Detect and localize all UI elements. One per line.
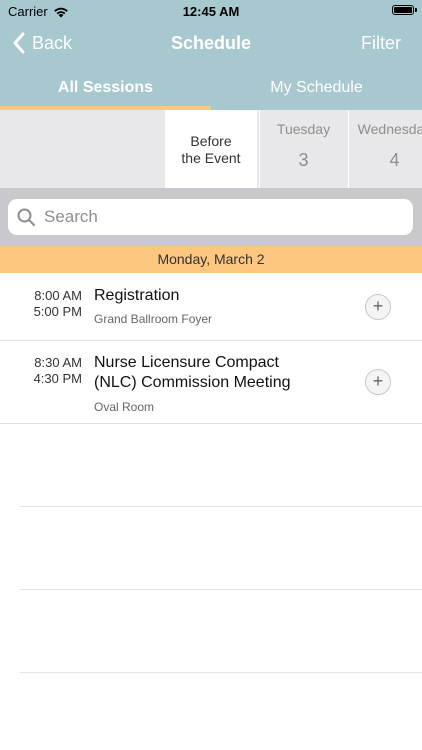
session-title-line1: Registration xyxy=(94,287,180,304)
session-title-line1: Nurse Licensure Compact xyxy=(94,354,279,371)
date-weekday: Wednesday xyxy=(357,121,422,137)
schedule-screen: Carrier 12:45 AM Back Schedule Filter Al… xyxy=(0,0,422,750)
before-event-line1: Before xyxy=(190,133,232,149)
session-title: Registration xyxy=(94,286,344,306)
date-number: 3 xyxy=(298,150,309,170)
tab-my-schedule[interactable]: My Schedule xyxy=(211,72,422,110)
day-section-header: Monday, March 2 xyxy=(0,246,422,273)
session-title-line2: (NLC) Commission Meeting xyxy=(94,374,291,391)
session-times: 8:00 AM 5:00 PM xyxy=(34,288,82,320)
date-before-event[interactable]: Before the Event xyxy=(165,110,257,188)
date-wednesday[interactable]: Wednesday 4 xyxy=(348,110,422,188)
battery-level xyxy=(394,7,412,13)
session-times: 8:30 AM 4:30 PM xyxy=(34,355,82,387)
empty-row-separator xyxy=(20,506,422,507)
status-time: 12:45 AM xyxy=(182,4,240,19)
tab-all-sessions[interactable]: All Sessions xyxy=(0,72,211,110)
date-tuesday[interactable]: Tuesday 3 xyxy=(259,110,347,188)
date-number: 4 xyxy=(389,150,400,170)
session-start-time: 8:00 AM xyxy=(34,288,82,303)
session-start-time: 8:30 AM xyxy=(34,355,82,370)
search-bar xyxy=(0,188,422,246)
header: Carrier 12:45 AM Back Schedule Filter Al… xyxy=(0,0,422,110)
session-list: 8:00 AM 5:00 PM Registration Grand Ballr… xyxy=(0,273,422,424)
search-box[interactable] xyxy=(8,199,413,235)
session-title: Nurse Licensure Compact (NLC) Commission… xyxy=(94,353,344,393)
filter-button[interactable]: Filter xyxy=(361,33,401,54)
date-before-event-label: Before the Event xyxy=(165,110,257,167)
search-icon xyxy=(17,208,35,226)
page-title: Schedule xyxy=(170,33,252,53)
before-event-line2: the Event xyxy=(181,150,241,166)
date-selector: Before the Event Tuesday 3 Wednesday 4 xyxy=(0,110,422,188)
battery-tip xyxy=(415,8,417,12)
session-end-time: 4:30 PM xyxy=(33,371,82,386)
nav-bar: Back Schedule Filter xyxy=(0,24,422,64)
session-location: Grand Ballroom Foyer xyxy=(94,312,213,326)
session-end-time: 5:00 PM xyxy=(33,304,82,319)
empty-row-separator xyxy=(20,672,422,673)
date-weekday: Tuesday xyxy=(276,121,331,137)
session-info: Nurse Licensure Compact (NLC) Commission… xyxy=(94,353,344,414)
status-bar: Carrier 12:45 AM xyxy=(0,0,422,24)
empty-row-separator xyxy=(20,589,422,590)
session-info: Registration Grand Ballroom Foyer xyxy=(94,286,344,326)
add-to-schedule-button[interactable]: + xyxy=(365,369,391,395)
session-row[interactable]: 8:30 AM 4:30 PM Nurse Licensure Compact … xyxy=(0,341,422,424)
tab-bar: All Sessions My Schedule xyxy=(0,72,422,110)
search-input[interactable] xyxy=(42,206,386,228)
session-location: Oval Room xyxy=(94,400,155,414)
add-to-schedule-button[interactable]: + xyxy=(365,294,391,320)
session-row[interactable]: 8:00 AM 5:00 PM Registration Grand Ballr… xyxy=(0,273,422,341)
battery-icon xyxy=(392,5,417,15)
